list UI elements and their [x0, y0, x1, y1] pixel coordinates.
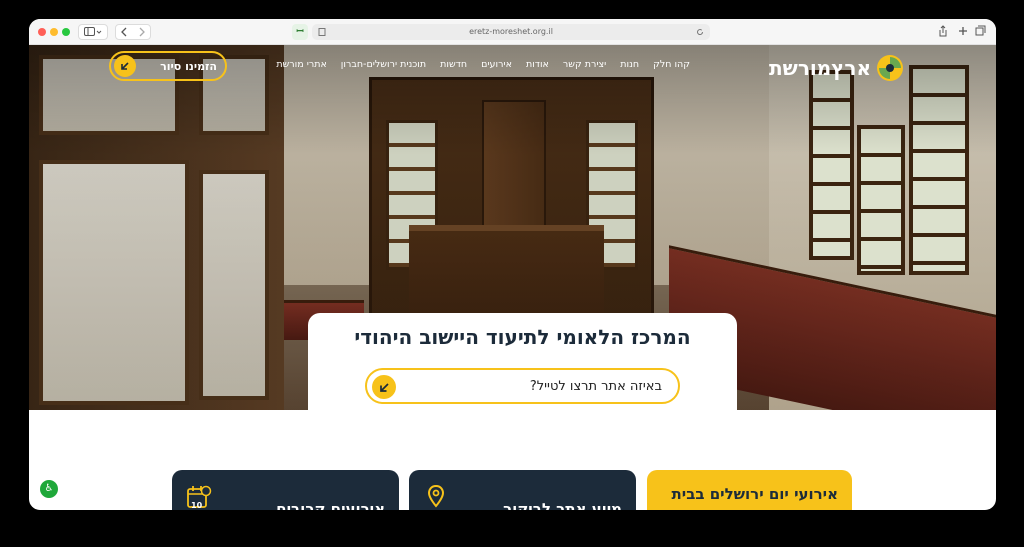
- card-title: אירועי יום ירושלים בבית: [671, 485, 838, 503]
- address-bar[interactable]: eretz-moreshet.org.il: [312, 24, 710, 40]
- search-submit-button[interactable]: [372, 375, 396, 399]
- nav-item-jerusalem-hebron[interactable]: תוכנית ירושלים-חברון: [341, 59, 426, 70]
- nav-item-shop[interactable]: חנות: [620, 59, 639, 70]
- nav-item-heritage-sites[interactable]: אתרי מורשת: [276, 59, 326, 70]
- site-search-text: באיזה אתר תרצו לטייל?: [529, 379, 662, 394]
- book-tour-button[interactable]: הזמינו סיור: [109, 51, 227, 81]
- hero-search-card: המרכז הלאומי לתיעוד היישוב היהודי באיזה …: [308, 313, 737, 410]
- book-tour-label: הזמינו סיור: [160, 59, 217, 73]
- back-forward-icon: [121, 27, 145, 37]
- browser-window: ꟷ eretz-moreshet.org.il ארץמורשת אתרי מו…: [29, 19, 996, 510]
- arrow-down-left-icon: [379, 382, 389, 392]
- card-site-finder[interactable]: מיוע אתר לביקור: [409, 470, 636, 510]
- site-logo[interactable]: ארץמורשת: [769, 53, 905, 83]
- card-jerusalem-day-events[interactable]: אירועי יום ירושלים בבית: [647, 470, 852, 510]
- new-tab-icon[interactable]: [957, 25, 969, 37]
- back-icon[interactable]: [121, 27, 127, 37]
- minimize-window-button[interactable]: [50, 28, 58, 36]
- close-window-button[interactable]: [38, 28, 46, 36]
- forward-icon[interactable]: [139, 27, 145, 37]
- card-title: מיוע אתר לביקור: [503, 500, 622, 510]
- nav-item-about[interactable]: אודות: [526, 59, 549, 70]
- hero-title: המרכז הלאומי לתיעוד היישוב היהודי: [354, 325, 691, 349]
- browser-toolbar: ꟷ eretz-moreshet.org.il: [29, 19, 996, 45]
- logo-text: ארץמורשת: [769, 56, 872, 80]
- logo-emblem-icon: [877, 55, 904, 81]
- share-icon[interactable]: [937, 25, 949, 37]
- nav-item-events[interactable]: אירועים: [481, 59, 512, 70]
- location-pin-icon: [427, 484, 445, 508]
- arrow-down-left-icon: [114, 55, 136, 77]
- accessibility-icon[interactable]: ♿: [40, 480, 58, 498]
- sidebar-icon: [84, 27, 102, 36]
- card-title: אירועים קרובים: [276, 500, 385, 510]
- nav-item-participate[interactable]: קהו חלק: [653, 59, 690, 70]
- nav-item-contact[interactable]: יצירת קשר: [563, 59, 606, 70]
- nav-item-news[interactable]: חדשות: [440, 59, 467, 70]
- main-nav: אתרי מורשת תוכנית ירושלים-חברון חדשות אי…: [276, 59, 690, 70]
- sidebar-toggle-button[interactable]: [78, 24, 108, 40]
- address-bar-url: eretz-moreshet.org.il: [469, 27, 553, 36]
- history-nav-buttons: [115, 24, 151, 40]
- reload-icon[interactable]: [696, 28, 704, 36]
- calendar-icon-number: 10: [191, 501, 203, 510]
- card-upcoming-events[interactable]: 10 אירועים קרובים: [172, 470, 399, 510]
- site-favicon[interactable]: ꟷ: [292, 24, 308, 40]
- tab-overview-icon[interactable]: [975, 25, 987, 37]
- site-search-field[interactable]: באיזה אתר תרצו לטייל?: [365, 368, 680, 404]
- zoom-window-button[interactable]: [62, 28, 70, 36]
